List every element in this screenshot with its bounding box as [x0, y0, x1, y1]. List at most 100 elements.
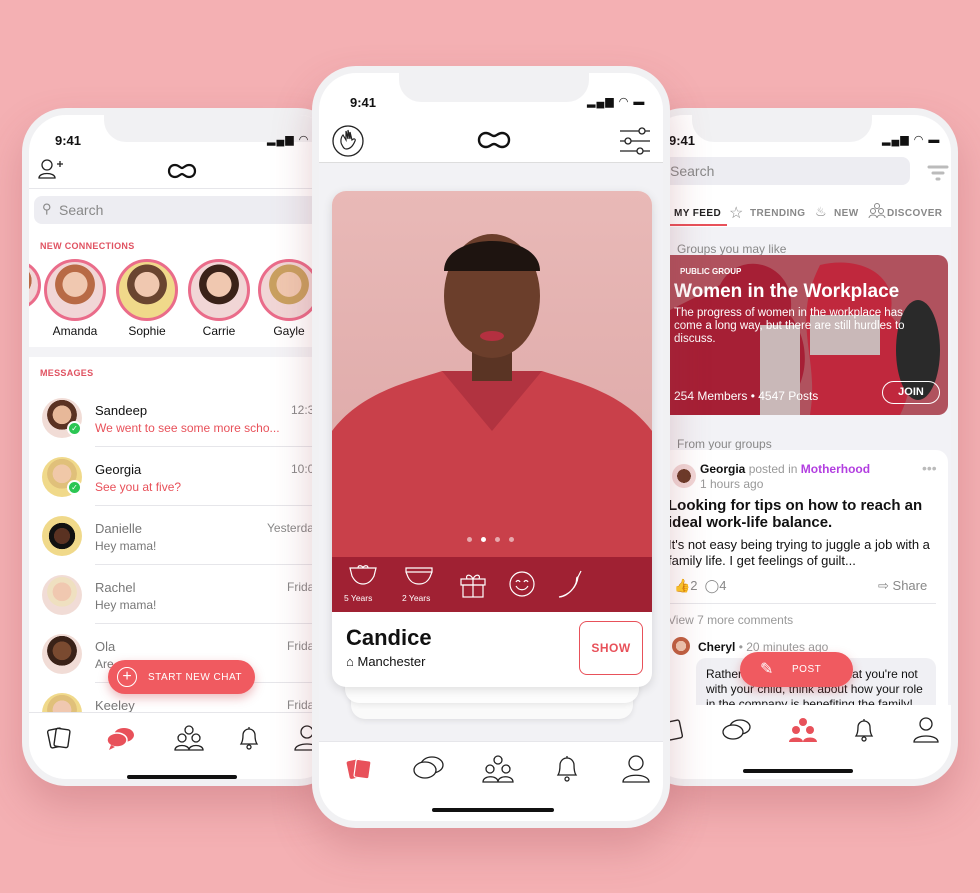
message-preview: Hey mama!: [95, 539, 157, 553]
messages-heading: MESSAGES: [40, 368, 94, 378]
message-time: Yesterda: [267, 521, 314, 535]
message-sender: Rachel: [95, 580, 136, 595]
author-avatar: [672, 464, 696, 488]
group-title: Women in the Workplace: [674, 281, 900, 302]
gift-icon: [460, 574, 486, 598]
flame-icon: ♨: [815, 204, 827, 219]
post-time: 1 hours ago: [700, 477, 764, 491]
filter-sliders-icon[interactable]: [620, 127, 650, 155]
more-options-icon[interactable]: •••: [922, 460, 937, 476]
tab-groups-icon[interactable]: [174, 725, 204, 751]
view-more-comments-link[interactable]: View 7 more comments: [668, 613, 793, 627]
tab-groups-icon[interactable]: [482, 755, 514, 783]
message-sender: Keeley: [95, 698, 135, 713]
post-button[interactable]: ✎ POST: [740, 652, 853, 687]
post-title: Looking for tips on how to reach an idea…: [668, 497, 923, 531]
tab-groups-icon-active[interactable]: [788, 717, 818, 743]
status-time: 9:41: [669, 133, 696, 148]
start-new-chat-label: START NEW CHAT: [148, 672, 243, 683]
tab-chats-icon[interactable]: [722, 719, 752, 743]
home-icon: ⌂: [346, 654, 354, 669]
share-button[interactable]: ⇨ Share: [878, 578, 927, 594]
post-label: POST: [792, 664, 822, 675]
wave-hand-icon[interactable]: [332, 125, 364, 157]
message-sender: Danielle: [95, 521, 142, 536]
connection-avatar[interactable]: [188, 259, 250, 321]
search-input[interactable]: Search: [660, 157, 910, 185]
profile-location: Manchester: [357, 654, 426, 669]
pencil-icon: ✎: [760, 661, 774, 678]
app-logo-icon: [167, 163, 197, 179]
tab-trending[interactable]: TRENDING: [750, 208, 805, 219]
like-count: 2: [690, 578, 698, 593]
traits-band: 5 Years 2 Years: [332, 557, 652, 612]
message-sender: Sandeep: [95, 403, 148, 418]
online-check-icon: ✓: [67, 421, 82, 436]
search-icon: ⚲: [42, 201, 52, 216]
connection-avatar[interactable]: [116, 259, 178, 321]
tab-cards-icon[interactable]: [46, 725, 73, 751]
tab-discover[interactable]: DISCOVER: [887, 208, 942, 219]
diaper-icon: [405, 567, 433, 585]
tab-cards-icon-active[interactable]: [346, 756, 374, 782]
message-preview: Hey mama!: [95, 598, 157, 612]
people-icon: [868, 203, 886, 219]
connection-avatar[interactable]: [258, 259, 320, 321]
comment-count: 4: [719, 578, 727, 593]
connection-avatar-partial[interactable]: [29, 260, 41, 310]
tab-notifications-icon[interactable]: [554, 754, 580, 784]
active-tab-indicator: [667, 224, 727, 226]
search-input[interactable]: ⚲ Search: [34, 196, 334, 224]
tab-profile-icon[interactable]: [913, 717, 939, 743]
tab-new[interactable]: NEW: [834, 208, 859, 219]
right-phone-feed: 9:41 ▂▄▆ ◠ ▬ Search MY FEED ☆ TRENDING ♨…: [640, 108, 958, 786]
trait-label: 5 Years: [344, 593, 373, 603]
message-time: Frida: [287, 580, 315, 594]
post-body: It's not easy being trying to juggle a j…: [668, 537, 930, 568]
status-time: 9:41: [350, 95, 377, 110]
message-sender: Ola: [95, 639, 116, 654]
group-type: PUBLIC GROUP: [680, 267, 742, 276]
message-preview: See you at five?: [95, 480, 182, 494]
plus-circle-icon: +: [117, 667, 137, 687]
group-card[interactable]: PUBLIC GROUP Women in the Workplace The …: [660, 255, 948, 415]
tab-profile-icon[interactable]: [622, 755, 650, 783]
online-check-icon: ✓: [67, 480, 82, 495]
status-time: 9:41: [55, 133, 82, 148]
connection-name: Sophie: [128, 324, 166, 338]
message-sender: Georgia: [95, 462, 142, 477]
comment-author: Cheryl: [698, 640, 736, 654]
join-group-button[interactable]: JOIN: [882, 381, 940, 404]
tab-notifications-icon[interactable]: [852, 717, 876, 743]
like-icon[interactable]: 👍: [674, 578, 690, 593]
message-time: Frida: [287, 698, 315, 712]
tab-notifications-icon[interactable]: [237, 725, 261, 751]
message-time: 12:3: [291, 403, 315, 417]
message-time: Frida: [287, 639, 315, 653]
profile-card[interactable]: 5 Years 2 Years Candice ⌂ Manchester SHO…: [332, 191, 652, 687]
post-group-link[interactable]: Motherhood: [801, 462, 870, 476]
post-author[interactable]: Georgia: [700, 462, 745, 476]
share-arrow-icon: ⇨: [878, 578, 889, 593]
show-profile-button[interactable]: SHOW: [579, 621, 643, 675]
from-your-groups-heading: From your groups: [677, 437, 772, 451]
center-phone-discover: 9:41 ▂▄▆ ◠ ▬ 5 Years 2 Years Candice ⌂ M…: [312, 66, 670, 828]
comment-icon[interactable]: ◯: [705, 578, 720, 593]
profile-photo: [332, 191, 652, 612]
new-connections-heading: NEW CONNECTIONS: [40, 241, 135, 251]
left-phone-messages: 9:41 ▂▄▆ ◠ ▬ ⚲ Search NEW CONNECTIONS Am…: [22, 108, 342, 786]
profile-name: Candice: [346, 625, 432, 650]
tab-my-feed[interactable]: MY FEED: [674, 208, 721, 219]
tab-chats-icon[interactable]: [413, 756, 444, 782]
add-user-icon[interactable]: [38, 159, 63, 179]
signal-wifi-battery-icon: ▂▄▆ ◠ ▬: [587, 96, 646, 108]
search-placeholder: Search: [59, 202, 104, 218]
smiley-icon: [509, 571, 535, 597]
filter-icon[interactable]: [927, 165, 949, 181]
connection-avatar[interactable]: [44, 259, 106, 321]
group-description: The progress of women in the workplace h…: [674, 307, 905, 345]
diaper-bow-icon: [349, 565, 377, 585]
signal-wifi-battery-icon: ▂▄▆ ◠ ▬: [882, 134, 941, 146]
start-new-chat-button[interactable]: + START NEW CHAT: [108, 660, 255, 694]
tab-chats-icon-active[interactable]: [106, 727, 135, 751]
